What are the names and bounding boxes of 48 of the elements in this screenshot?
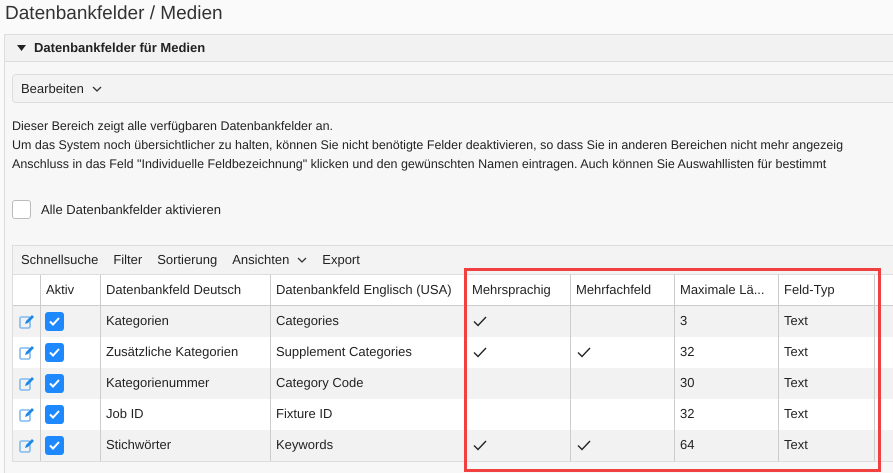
column-header[interactable]: Feld-Typ <box>779 274 875 304</box>
column-header[interactable]: Maximale Lä... <box>675 274 779 304</box>
toolbar-button[interactable]: Sortierung <box>157 250 218 270</box>
chevron-down-icon <box>297 256 308 262</box>
column-header[interactable]: Mehrfachfeld <box>571 274 675 304</box>
description-text: Dieser Bereich zeigt alle verfügbaren Datenbankfelder an. <box>12 118 334 135</box>
edit-icon[interactable] <box>19 376 34 390</box>
table-cell: Text <box>779 430 875 460</box>
toolbar-button[interactable]: Filter <box>113 250 142 270</box>
column-header[interactable]: Aktiv <box>41 274 101 304</box>
table-cell: Stichwörter <box>101 430 271 460</box>
checkmark-icon <box>473 346 487 358</box>
chevron-down-icon <box>92 86 102 92</box>
checkmark-icon <box>49 440 60 450</box>
table-cell: 64 <box>675 430 779 460</box>
column-header[interactable]: Mehrsprachig <box>467 274 571 304</box>
panel-title: Datenbankfelder für Medien <box>34 39 206 58</box>
edit-icon[interactable] <box>19 438 34 452</box>
description-text: Anschluss in das Feld "Individuelle Feldbezeichnung" klicken und den gewünschten Namen eintragen. Auch können Sie Auswahllisten für bestimmt <box>12 156 828 173</box>
checkbox[interactable] <box>45 374 64 392</box>
checkmark-icon <box>473 316 487 326</box>
edit-menu-button[interactable]: Bearbeiten <box>21 78 102 98</box>
checkmark-icon <box>49 410 60 418</box>
checkbox[interactable] <box>45 436 64 454</box>
page-title: Datenbankfelder / Medien <box>4 2 224 26</box>
checkbox[interactable] <box>45 312 64 330</box>
toolbar-button[interactable]: Ansichten <box>232 250 308 270</box>
checkmark-icon <box>49 348 60 356</box>
checkmark-icon <box>49 378 60 388</box>
edit-icon[interactable] <box>19 344 34 360</box>
toolbar-button[interactable]: Schnellsuche <box>21 250 98 270</box>
panel-header[interactable]: Datenbankfelder für Medien <box>5 35 893 62</box>
checkmark-icon <box>49 316 60 326</box>
column-header[interactable]: Datenbankfeld Deutsch <box>101 274 271 304</box>
table-cell: Keywords <box>271 430 467 460</box>
checkbox[interactable] <box>12 200 31 220</box>
checkmark-icon <box>473 440 487 450</box>
checkmark-icon <box>577 346 591 358</box>
checkbox[interactable] <box>45 404 64 424</box>
column-header[interactable]: Datenbankfeld Englisch (USA) <box>271 274 467 304</box>
edit-icon[interactable] <box>19 314 34 328</box>
checkbox[interactable] <box>45 342 64 362</box>
edit-icon[interactable] <box>19 406 34 422</box>
checkbox-label: Alle Datenbankfelder aktivieren <box>41 201 221 219</box>
caret-icon <box>17 45 26 51</box>
description-text: Um das System noch übersichtlicher zu halten, können Sie nicht benötigte Felder deaktivieren, so dass Sie in anderen Bereichen nicht mehr angezeig <box>12 137 844 154</box>
toolbar-button[interactable]: Export <box>322 250 360 270</box>
checkmark-icon <box>577 440 591 450</box>
